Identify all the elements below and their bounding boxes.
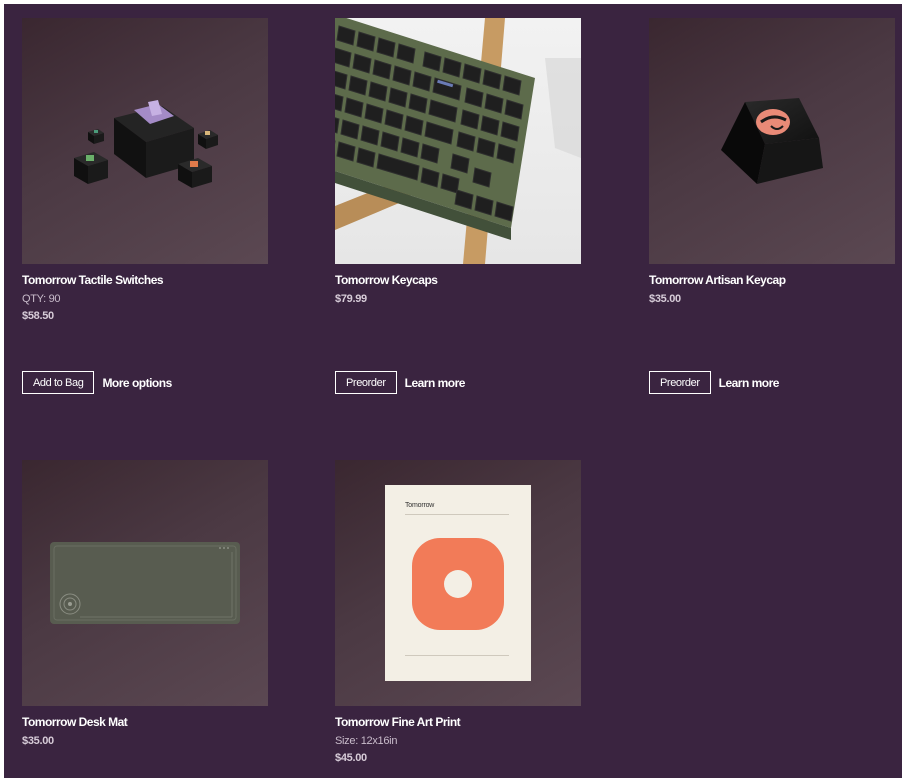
product-card-keycaps: Tomorrow Keycaps $79.99 Preorder Learn m… <box>335 18 581 394</box>
product-size: Size: 12x16in <box>335 735 398 747</box>
product-card-tactile-switches: Tomorrow Tactile Switches QTY: 90 $58.50… <box>22 18 268 394</box>
product-image-tactile-switches[interactable] <box>22 18 268 264</box>
product-image-keycaps[interactable] <box>335 18 581 264</box>
learn-more-link[interactable]: Learn more <box>405 376 466 390</box>
product-grid: Tomorrow Tactile Switches QTY: 90 $58.50… <box>4 4 902 778</box>
product-title[interactable]: Tomorrow Tactile Switches <box>22 273 268 287</box>
product-image-desk-mat[interactable] <box>22 460 268 706</box>
product-title[interactable]: Tomorrow Fine Art Print <box>335 715 581 729</box>
product-image-artisan-keycap[interactable] <box>649 18 895 264</box>
product-quantity: QTY: 90 <box>22 293 61 305</box>
more-options-link[interactable]: More options <box>102 376 172 390</box>
product-title[interactable]: Tomorrow Keycaps <box>335 273 581 287</box>
art-print-label: Tomorrow <box>405 502 435 509</box>
preorder-button[interactable]: Preorder <box>649 371 711 394</box>
preorder-button[interactable]: Preorder <box>335 371 397 394</box>
product-price: $79.99 <box>335 293 367 305</box>
product-title[interactable]: Tomorrow Desk Mat <box>22 715 268 729</box>
product-price: $35.00 <box>22 735 54 747</box>
product-image-fine-art-print[interactable]: Tomorrow <box>335 460 581 706</box>
product-card-fine-art-print: Tomorrow Tomorrow Fine Art Print Size: 1… <box>335 460 581 765</box>
product-price: $58.50 <box>22 310 54 322</box>
add-to-bag-button[interactable]: Add to Bag <box>22 371 95 394</box>
product-card-artisan-keycap: Tomorrow Artisan Keycap $35.00 Preorder … <box>649 18 895 394</box>
product-price: $45.00 <box>335 752 367 764</box>
product-price: $35.00 <box>649 293 681 305</box>
product-title[interactable]: Tomorrow Artisan Keycap <box>649 273 895 287</box>
learn-more-link[interactable]: Learn more <box>719 376 780 390</box>
product-card-desk-mat: Tomorrow Desk Mat $35.00 <box>22 460 268 748</box>
art-print-poster: Tomorrow <box>385 485 531 681</box>
